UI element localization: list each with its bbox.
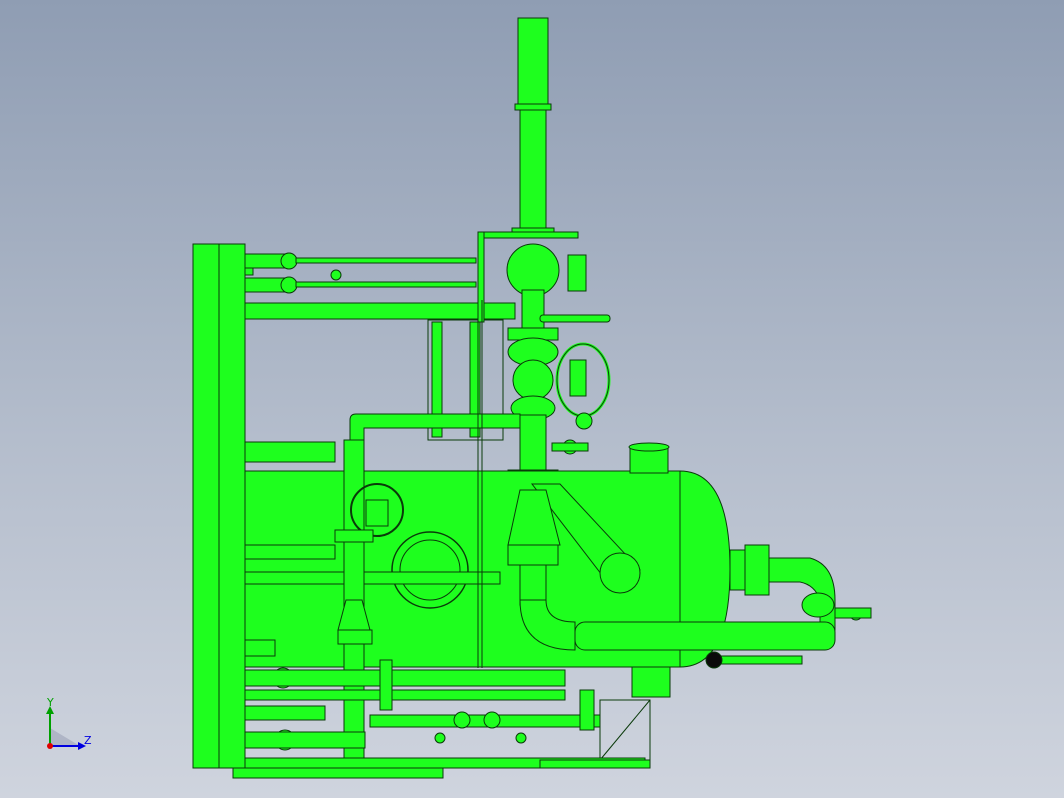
y-axis-label: Y: [47, 696, 54, 709]
left-support-frame: [192, 243, 254, 769]
coordinate-triad: Y Z: [36, 696, 96, 758]
main-horizontal-vessel: [244, 441, 731, 698]
pressure-vessel-assembly-model[interactable]: [0, 0, 1064, 798]
axis-triad-icon: [46, 706, 86, 750]
cad-viewport[interactable]: Y Z: [0, 0, 1064, 798]
upper-connecting-pipes: [244, 252, 516, 441]
small-instrument-valve: [551, 412, 593, 455]
vertical-riser-pipe: [477, 17, 611, 483]
z-axis-label: Z: [84, 734, 92, 747]
